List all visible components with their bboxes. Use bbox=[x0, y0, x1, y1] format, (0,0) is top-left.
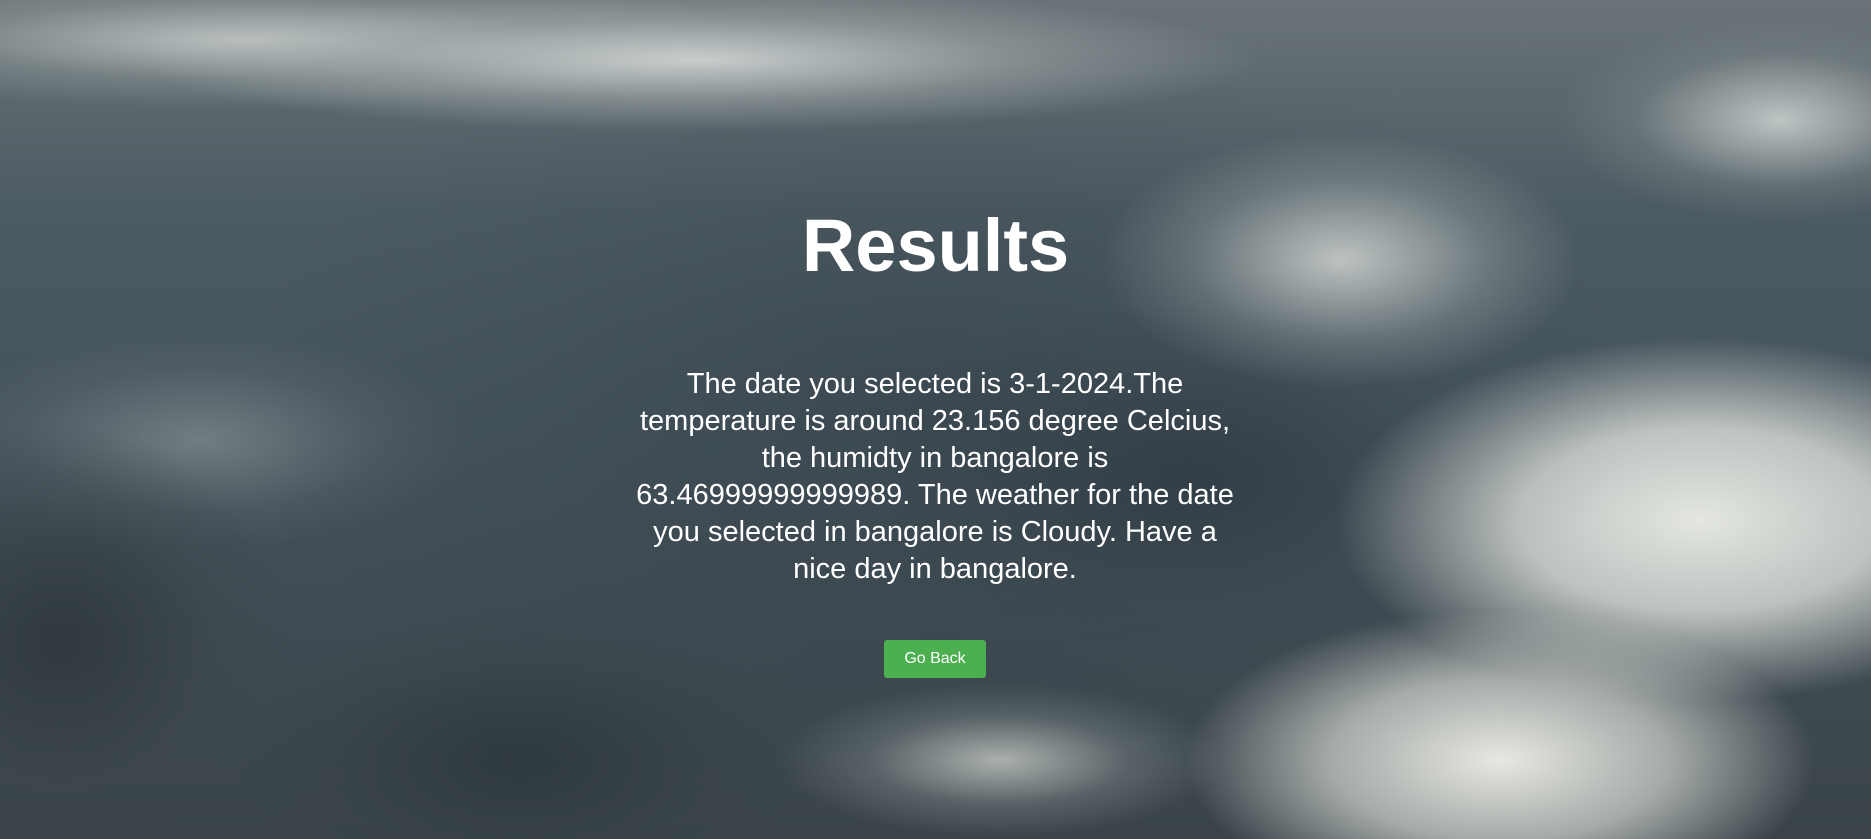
results-container: Results The date you selected is 3-1-202… bbox=[0, 0, 1871, 839]
weather-result-message: The date you selected is 3-1-2024.The te… bbox=[636, 368, 1234, 585]
page-title: Results bbox=[801, 204, 1070, 287]
go-back-button[interactable]: Go Back bbox=[884, 640, 986, 678]
